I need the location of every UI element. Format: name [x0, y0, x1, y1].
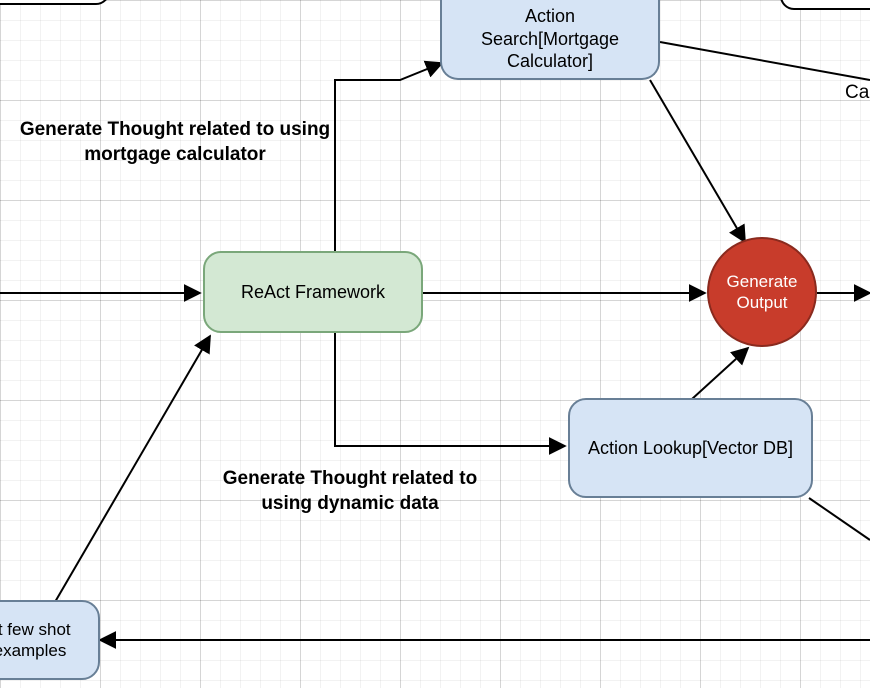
edge-lookup-to-output [692, 348, 748, 399]
diagram-canvas: Action Search[Mortgage Calculator] Ca Re… [0, 0, 870, 688]
node-label: Action Lookup[Vector DB] [588, 437, 793, 460]
node-react-framework[interactable]: ReAct Framework [203, 251, 423, 333]
edge-react-to-search [335, 63, 442, 252]
label-thought-mortgage: Generate Thought related to using mortga… [15, 118, 335, 167]
node-label: ct few shot examples [0, 619, 86, 662]
edge-search-to-right [660, 42, 870, 80]
node-fragment-top-left [0, 0, 110, 5]
edge-react-to-lookup [335, 333, 565, 446]
text-fragment-ca: Ca [845, 82, 869, 104]
node-fragment-top-right [780, 0, 870, 10]
node-generate-output[interactable]: Generate Output [707, 237, 817, 347]
node-action-lookup[interactable]: Action Lookup[Vector DB] [568, 398, 813, 498]
node-label: ReAct Framework [241, 281, 385, 304]
node-action-search[interactable]: Action Search[Mortgage Calculator] [440, 0, 660, 80]
edges-layer [0, 0, 870, 688]
edge-lookup-to-right [809, 498, 870, 540]
node-label: Action Search[Mortgage Calculator] [454, 5, 646, 73]
label-thought-dynamic: Generate Thought related to using dynami… [200, 467, 500, 516]
edge-fewshot-to-react [55, 336, 210, 602]
node-label: Generate Output [709, 271, 815, 314]
edge-search-to-output [650, 80, 745, 242]
node-few-shot-examples[interactable]: ct few shot examples [0, 600, 100, 680]
